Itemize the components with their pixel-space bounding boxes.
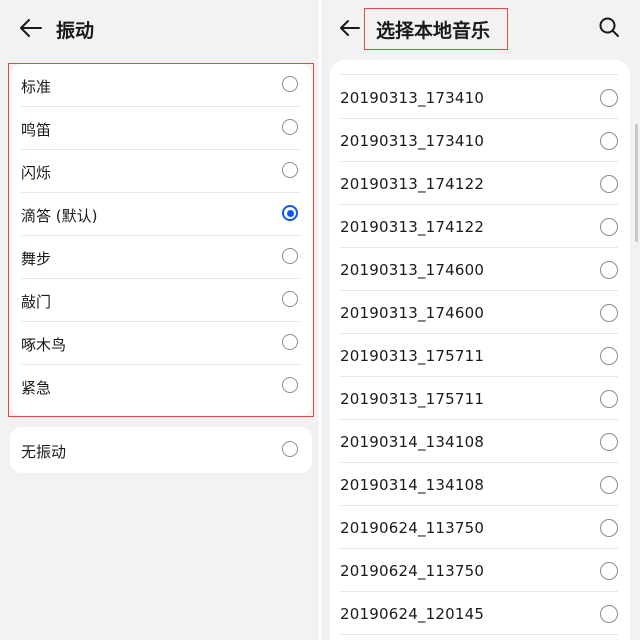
option-label: 啄木鸟 (21, 336, 67, 354)
radio-button[interactable] (282, 291, 298, 307)
radio-button[interactable] (600, 89, 618, 107)
option-label: 无振动 (21, 443, 67, 461)
song-title: 20190313_175711 (340, 347, 485, 365)
list-item[interactable]: 20190313_175711 (330, 334, 630, 377)
radio-button[interactable] (282, 334, 298, 350)
option-label: 闪烁 (21, 164, 52, 182)
song-title: 20190314_134108 (340, 433, 485, 451)
radio-button[interactable] (282, 119, 298, 135)
vibration-option[interactable]: 敲门 (10, 279, 312, 322)
song-title: 20190624_113750 (340, 519, 485, 537)
song-title: 20190624_113750 (340, 562, 485, 580)
list-item[interactable]: 20190313_173410 (330, 76, 630, 119)
radio-button[interactable] (600, 476, 618, 494)
no-vibration-card: 无振动 (10, 427, 312, 473)
vibration-option[interactable]: 滴答 (默认) (10, 193, 312, 236)
list-item[interactable]: 20190314_134108 (330, 420, 630, 463)
list-item[interactable]: 20190313_173410 (330, 119, 630, 162)
radio-button[interactable] (600, 605, 618, 623)
list-item[interactable]: 20190313_174600 (330, 291, 630, 334)
option-label: 滴答 (默认) (21, 207, 98, 225)
list-item[interactable]: 20190624_113750 (330, 549, 630, 592)
row-divider (340, 634, 618, 635)
radio-button[interactable] (600, 519, 618, 537)
song-title: 20190313_174600 (340, 304, 485, 322)
list-item[interactable]: 20190313_174122 (330, 205, 630, 248)
list-item[interactable]: 20190313_174600 (330, 248, 630, 291)
music-list: 20190313_173410 20190313_173410 20190313_1… (330, 60, 630, 640)
radio-button[interactable] (600, 390, 618, 408)
list-item[interactable]: 20190624_120145 (330, 592, 630, 635)
option-no-vibration[interactable]: 无振动 (10, 429, 312, 472)
radio-button[interactable] (600, 175, 618, 193)
song-title: 20190313_174600 (340, 261, 485, 279)
song-title: 20190313_175711 (340, 390, 485, 408)
radio-button[interactable] (600, 433, 618, 451)
back-arrow-icon[interactable] (18, 16, 44, 40)
scrollbar[interactable] (635, 124, 638, 242)
search-icon[interactable] (598, 16, 620, 38)
song-title: 20190313_173410 (340, 89, 485, 107)
vibration-option[interactable]: 闪烁 (10, 150, 312, 193)
song-title: 20190313_174122 (340, 175, 485, 193)
option-label: 鸣笛 (21, 121, 52, 139)
radio-button[interactable] (600, 218, 618, 236)
radio-button[interactable] (600, 132, 618, 150)
list-item[interactable]: 20190624_113750 (330, 506, 630, 549)
vibration-panel: 振动 标准鸣笛闪烁滴答 (默认) 舞步敲门啄木鸟紧急 无振动 (0, 0, 320, 640)
local-music-panel: 选择本地音乐 20190313_173410 20190313_173410 201… (320, 0, 640, 640)
list-top-divider (340, 74, 618, 75)
song-title: 20190624_120145 (340, 605, 485, 623)
page-title: 选择本地音乐 (376, 20, 491, 42)
radio-button[interactable] (282, 76, 298, 92)
option-label: 紧急 (21, 379, 52, 397)
radio-button[interactable] (600, 347, 618, 365)
option-label: 标准 (21, 78, 52, 96)
option-label: 敲门 (21, 293, 52, 311)
vibration-option[interactable]: 鸣笛 (10, 107, 312, 150)
list-item[interactable]: 20190313_175711 (330, 377, 630, 420)
radio-button[interactable] (282, 377, 298, 393)
song-title: 20190314_134108 (340, 476, 485, 494)
song-title: 20190313_174122 (340, 218, 485, 236)
radio-button[interactable] (282, 248, 298, 264)
radio-button[interactable] (600, 261, 618, 279)
radio-button-selected[interactable] (282, 205, 298, 221)
vibration-option[interactable]: 紧急 (10, 365, 312, 408)
vibration-option[interactable]: 舞步 (10, 236, 312, 279)
radio-button[interactable] (282, 441, 298, 457)
song-title: 20190313_173410 (340, 132, 485, 150)
back-arrow-icon[interactable] (338, 16, 364, 40)
vibration-option[interactable]: 啄木鸟 (10, 322, 312, 365)
list-item[interactable]: 20190313_174122 (330, 162, 630, 205)
list-item[interactable]: 20190314_134108 (330, 463, 630, 506)
radio-button[interactable] (600, 304, 618, 322)
page-title: 振动 (56, 20, 95, 42)
option-label: 舞步 (21, 250, 52, 268)
radio-button[interactable] (282, 162, 298, 178)
vibration-option[interactable]: 标准 (10, 64, 312, 107)
vibration-options-card: 标准鸣笛闪烁滴答 (默认) 舞步敲门啄木鸟紧急 (10, 64, 312, 416)
radio-button[interactable] (600, 562, 618, 580)
